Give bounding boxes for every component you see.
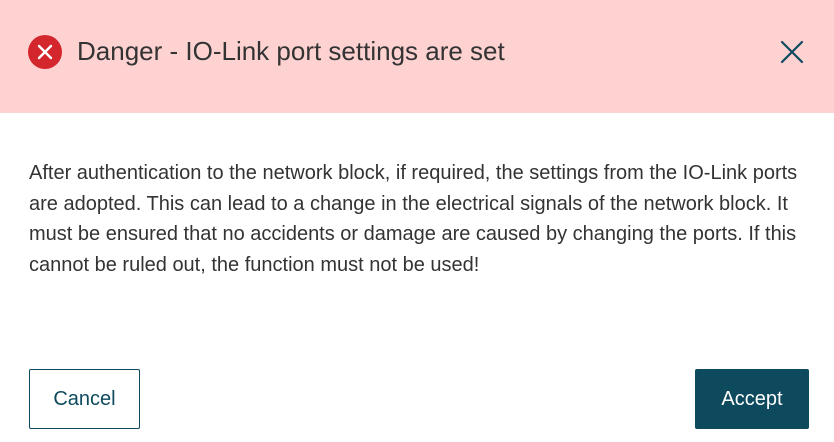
dialog-message: After authentication to the network bloc… [29,162,798,276]
cancel-button[interactable]: Cancel [29,369,140,429]
close-button[interactable] [774,34,810,70]
close-icon [780,40,804,64]
error-circle-x-icon [28,35,62,69]
accept-button[interactable]: Accept [695,369,809,429]
danger-dialog: Danger - IO-Link port settings are set A… [0,0,834,442]
dialog-header: Danger - IO-Link port settings are set [0,0,834,113]
dialog-title: Danger - IO-Link port settings are set [77,36,505,66]
